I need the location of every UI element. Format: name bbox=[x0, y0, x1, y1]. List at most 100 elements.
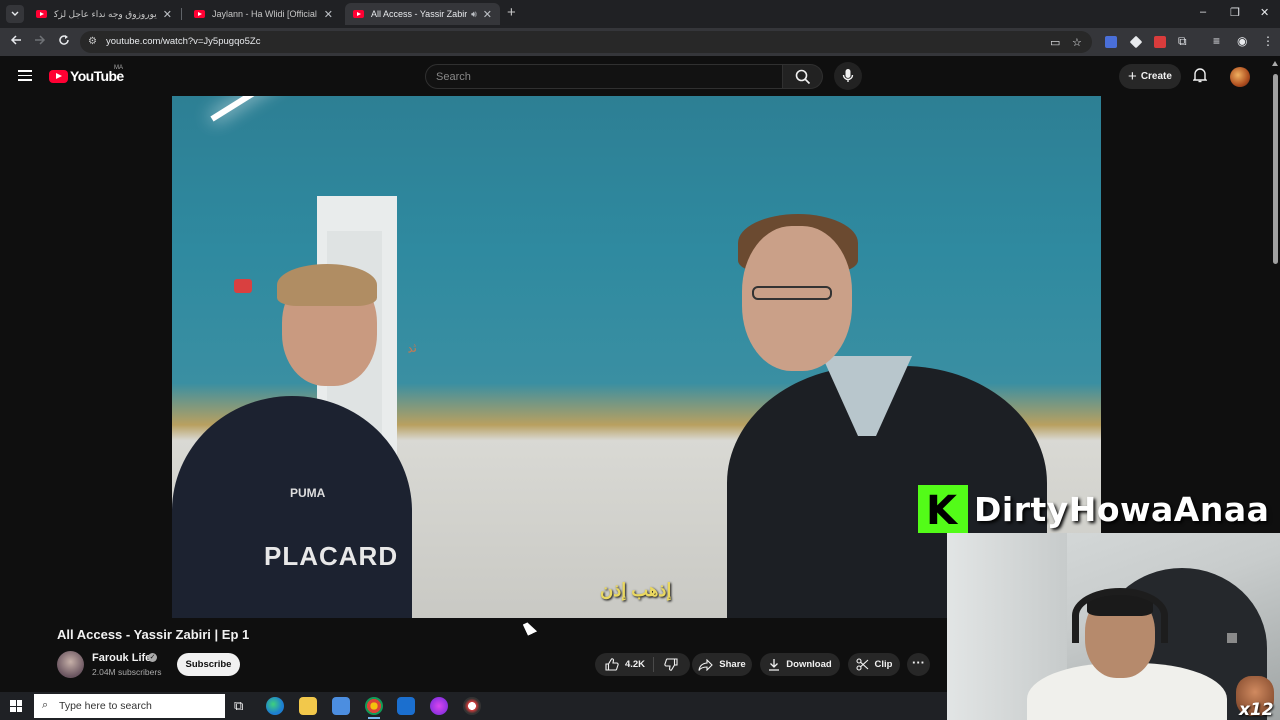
translate-extension-icon[interactable] bbox=[1105, 36, 1117, 48]
country-code: MA bbox=[114, 65, 123, 71]
screen: { "browser": { "tabs": [ {"title": "يورو… bbox=[0, 0, 1280, 720]
scissors-icon bbox=[855, 658, 868, 671]
tab-title: All Access - Yassir Zabiri | Ep bbox=[371, 9, 468, 19]
browser-tab-strip: يوروزوق وجه نداء عاجل لزكراكي وه ✕ Jayla… bbox=[0, 0, 1280, 28]
browser-tab-3-active[interactable]: All Access - Yassir Zabiri | Ep 🔊︎ ✕ bbox=[345, 3, 500, 25]
youtube-favicon-icon bbox=[36, 10, 47, 18]
scroll-up-arrow-icon[interactable] bbox=[1272, 61, 1278, 66]
dislike-button[interactable] bbox=[654, 658, 688, 671]
tab-close-icon[interactable]: ✕ bbox=[483, 8, 492, 21]
thumbs-down-icon bbox=[664, 658, 678, 671]
kick-logo: K bbox=[918, 485, 968, 534]
minimize-button[interactable]: – bbox=[1200, 6, 1206, 18]
subscriber-count: 2.04M subscribers bbox=[92, 667, 162, 677]
webcam-shelf-item bbox=[1227, 633, 1237, 643]
share-label: Share bbox=[719, 659, 746, 670]
tab-close-icon[interactable]: ✕ bbox=[324, 8, 333, 21]
verified-check-icon: ✓ bbox=[148, 653, 157, 662]
search-input[interactable] bbox=[426, 65, 782, 88]
channel-name[interactable]: Farouk Life bbox=[92, 652, 151, 664]
site-info-icon[interactable]: ⚙︎ bbox=[88, 36, 99, 47]
tab-title: Jaylann - Ha Wlidi [Official Mus bbox=[212, 9, 318, 19]
video-subtitle: إذهب إذن bbox=[600, 580, 672, 600]
speaker-icon[interactable]: 🔊︎ bbox=[471, 9, 477, 20]
outlook-icon[interactable] bbox=[397, 697, 415, 715]
chrome-browser-icon[interactable] bbox=[365, 697, 383, 719]
tab-search-button[interactable] bbox=[6, 5, 24, 23]
search-icon bbox=[795, 69, 811, 85]
like-count: 4.2K bbox=[624, 659, 646, 670]
new-tab-button[interactable]: + bbox=[507, 4, 516, 21]
channel-avatar[interactable] bbox=[57, 651, 84, 678]
menu-kebab-icon[interactable]: ⋮ bbox=[1262, 34, 1274, 48]
file-explorer-icon[interactable] bbox=[299, 697, 317, 715]
download-button[interactable]: Download bbox=[760, 653, 840, 676]
video-scene-player-body bbox=[172, 396, 412, 618]
kick-letter: K bbox=[926, 488, 957, 534]
jersey-sponsor-text: PLACARD bbox=[264, 541, 399, 571]
hamburger-menu-icon[interactable] bbox=[18, 70, 32, 81]
bookmark-star-icon[interactable]: ☆ bbox=[1072, 36, 1082, 49]
notifications-bell-icon[interactable] bbox=[1192, 67, 1208, 88]
taskbar-search-box[interactable]: ⌕ Type here to search bbox=[34, 694, 225, 718]
jersey-brand: PUMA bbox=[290, 486, 326, 500]
close-window-button[interactable]: ✕ bbox=[1260, 6, 1269, 19]
task-view-icon[interactable]: ⧉ bbox=[234, 698, 243, 714]
forward-arrow-icon[interactable] bbox=[34, 34, 46, 49]
app-recorder-icon[interactable] bbox=[463, 697, 481, 715]
share-button[interactable]: Share bbox=[692, 653, 752, 676]
like-button[interactable]: 4.2K bbox=[597, 657, 655, 672]
reload-icon[interactable] bbox=[58, 34, 70, 49]
back-arrow-icon[interactable] bbox=[10, 34, 22, 49]
subscribe-button[interactable]: Subscribe bbox=[177, 653, 240, 676]
thumbs-up-icon bbox=[605, 658, 619, 671]
video-scene-red-light bbox=[234, 279, 252, 293]
url-text: youtube.com/watch?v=Jy5pugqo5Zc bbox=[106, 36, 261, 47]
browser-tab-2[interactable]: Jaylann - Ha Wlidi [Official Mus ✕ bbox=[186, 3, 341, 25]
account-avatar[interactable] bbox=[1230, 67, 1250, 87]
create-label: Create bbox=[1140, 71, 1172, 82]
download-icon bbox=[769, 659, 780, 671]
search-button[interactable] bbox=[783, 64, 823, 89]
profile-icon[interactable]: ◉ bbox=[1237, 34, 1247, 48]
microphone-icon bbox=[842, 69, 854, 82]
browser-tab-1[interactable]: يوروزوق وجه نداء عاجل لزكراكي وه ✕ bbox=[28, 3, 180, 25]
more-actions-button[interactable]: ··· bbox=[907, 653, 930, 676]
search-icon: ⌕ bbox=[42, 699, 49, 711]
webcam-overlay: x12 bbox=[947, 533, 1280, 720]
webcam-headset bbox=[1072, 588, 1168, 643]
scrollbar-thumb[interactable] bbox=[1273, 74, 1278, 264]
youtube-play-icon bbox=[49, 69, 68, 83]
streamer-name: DirtyHowaAnaa bbox=[974, 490, 1270, 529]
edge-browser-icon[interactable] bbox=[266, 697, 284, 715]
extension-diamond-icon[interactable] bbox=[1129, 35, 1143, 49]
create-button[interactable]: + Create bbox=[1119, 64, 1181, 89]
video-scene-ceiling-light bbox=[210, 96, 418, 122]
youtube-favicon-icon bbox=[194, 10, 205, 18]
youtube-logo[interactable]: YouTube MA bbox=[49, 65, 124, 84]
microsoft-store-icon[interactable] bbox=[332, 697, 350, 715]
tab-separator bbox=[181, 8, 182, 20]
like-dislike-group: 4.2K bbox=[595, 653, 690, 676]
search-box[interactable] bbox=[425, 64, 783, 89]
video-scene-player-hair bbox=[277, 264, 377, 306]
media-playlist-icon[interactable]: ≡ bbox=[1213, 34, 1220, 48]
webcam-badge-text: x12 bbox=[1239, 700, 1274, 720]
video-scene-wall-sign: ثد bbox=[406, 340, 418, 356]
plus-icon: + bbox=[1128, 68, 1137, 85]
video-scene-glasses bbox=[752, 286, 832, 300]
cast-icon[interactable]: ▭ bbox=[1050, 36, 1060, 49]
restore-button[interactable]: ❐ bbox=[1230, 6, 1240, 19]
taskbar-search-placeholder: Type here to search bbox=[59, 700, 152, 712]
youtube-favicon-icon bbox=[353, 10, 364, 18]
windows-taskbar: ⌕ Type here to search ⧉ bbox=[0, 692, 947, 720]
extension-red-icon[interactable] bbox=[1154, 36, 1166, 48]
app-purple-icon[interactable] bbox=[430, 697, 448, 715]
extensions-puzzle-icon[interactable]: ⧉ bbox=[1178, 34, 1187, 49]
address-bar[interactable]: ⚙︎ youtube.com/watch?v=Jy5pugqo5Zc ▭ ☆ bbox=[80, 31, 1092, 53]
windows-start-icon[interactable] bbox=[10, 700, 22, 712]
tab-close-icon[interactable]: ✕ bbox=[163, 8, 172, 21]
video-title: All Access - Yassir Zabiri | Ep 1 bbox=[57, 627, 250, 642]
clip-button[interactable]: Clip bbox=[848, 653, 900, 676]
voice-search-button[interactable] bbox=[834, 62, 862, 90]
